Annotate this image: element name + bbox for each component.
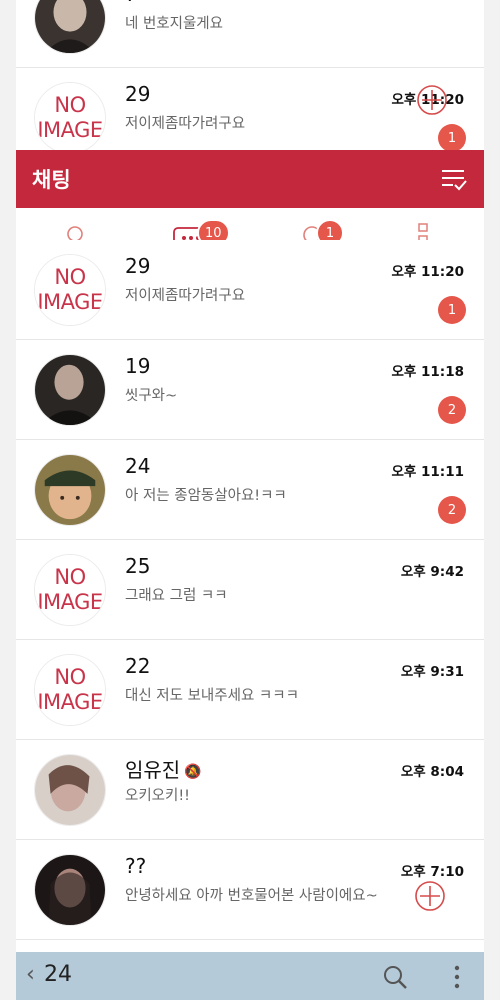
chat-time: 오후 9:42 (400, 564, 464, 580)
avatar: NO IMAGE (34, 654, 106, 726)
no-image-placeholder: NO IMAGE (35, 655, 105, 725)
chat-name: ? (125, 0, 136, 6)
avatar: NO IMAGE (34, 554, 106, 626)
avatar: NO IMAGE (34, 254, 106, 326)
no-image-placeholder: NO IMAGE (35, 555, 105, 625)
back-icon[interactable]: ‹ (26, 962, 35, 987)
chat-name: 19 (125, 354, 151, 378)
chat-preview: 아 저는 종암동살아요!ㅋㅋ (125, 488, 287, 504)
chat-row[interactable]: NO IMAGE 25 그래요 그럼 ㅋㅋ 오후 9:42 (16, 540, 484, 640)
profile-photo (35, 755, 105, 825)
sort-check-icon[interactable] (440, 166, 468, 192)
chat-preview: 저이제좀따가려구요 (125, 116, 246, 132)
chat-row[interactable]: ? 네 번호지울게요 (16, 0, 484, 68)
unread-badge: 1 (438, 124, 466, 152)
avatar (34, 354, 106, 426)
avatar: NO IMAGE (34, 82, 106, 154)
screen: ? 네 번호지울게요 NO IMAGE 29 저이제좀따가려구요 오후 11:2… (16, 0, 484, 1000)
avatar (34, 454, 106, 526)
unread-badge: 1 (438, 296, 466, 324)
chat-time: 오후 9:31 (400, 664, 464, 680)
chat-preview: 대신 저도 보내주세요 ㅋㅋㅋ (125, 688, 299, 704)
chat-name: ?? (125, 854, 147, 878)
chat-row[interactable]: 19 씻구와~ 오후 11:18 2 (16, 340, 484, 440)
add-icon[interactable] (414, 880, 446, 912)
page-title: 채팅 (32, 168, 71, 192)
chat-name: 29 (125, 254, 151, 278)
mute-icon: 🔕 (184, 763, 202, 780)
chat-name: 24 (125, 454, 151, 478)
profile-photo (35, 455, 105, 525)
chat-row[interactable]: NO IMAGE 29 저이제좀따가려구요 오후 11:20 1 (16, 240, 484, 340)
more-vertical-icon[interactable] (452, 964, 462, 990)
avatar (34, 854, 106, 926)
chat-preview: 네 번호지울게요 (125, 16, 223, 32)
chat-count: 24 (44, 962, 72, 987)
chat-preview: 그래요 그럼 ㅋㅋ (125, 588, 228, 604)
profile-photo (35, 855, 105, 925)
chat-preview: 씻구와~ (125, 388, 178, 404)
chat-preview: 안녕하세요 아까 번호물어본 사람이에요~ (125, 888, 378, 904)
avatar (34, 754, 106, 826)
chat-preview: 오키오키!! (125, 788, 190, 804)
no-image-placeholder: NO IMAGE (35, 83, 105, 153)
chat-time: 오후 11:20 (391, 264, 464, 280)
chat-time: 오후 11:18 (391, 364, 464, 380)
chat-time: 오후 11:11 (391, 464, 464, 480)
unread-badge: 2 (438, 396, 466, 424)
chat-time: 오후 7:10 (400, 864, 464, 880)
no-image-placeholder: NO IMAGE (35, 255, 105, 325)
unread-badge: 2 (438, 496, 466, 524)
chat-name: 22 (125, 654, 151, 678)
app-header: 채팅 (16, 150, 484, 208)
chat-preview: 저이제좀따가려구요 (125, 288, 246, 304)
chat-row[interactable]: NO IMAGE 22 대신 저도 보내주세요 ㅋㅋㅋ 오후 9:31 (16, 640, 484, 740)
chat-time: 오후 8:04 (400, 764, 464, 780)
chat-name: 29 (125, 82, 151, 106)
chat-row[interactable]: 24 아 저는 종암동살아요!ㅋㅋ 오후 11:11 2 (16, 440, 484, 540)
avatar (34, 0, 106, 54)
bottom-bar: ‹ 24 (16, 952, 484, 1000)
profile-photo (35, 355, 105, 425)
add-icon[interactable] (416, 84, 448, 116)
chat-row[interactable]: 임유진 🔕 오키오키!! 오후 8:04 (16, 740, 484, 840)
chat-name: 임유진 🔕 (125, 758, 202, 782)
profile-photo (35, 0, 105, 53)
search-icon[interactable] (382, 964, 408, 990)
chat-name: 25 (125, 554, 151, 578)
